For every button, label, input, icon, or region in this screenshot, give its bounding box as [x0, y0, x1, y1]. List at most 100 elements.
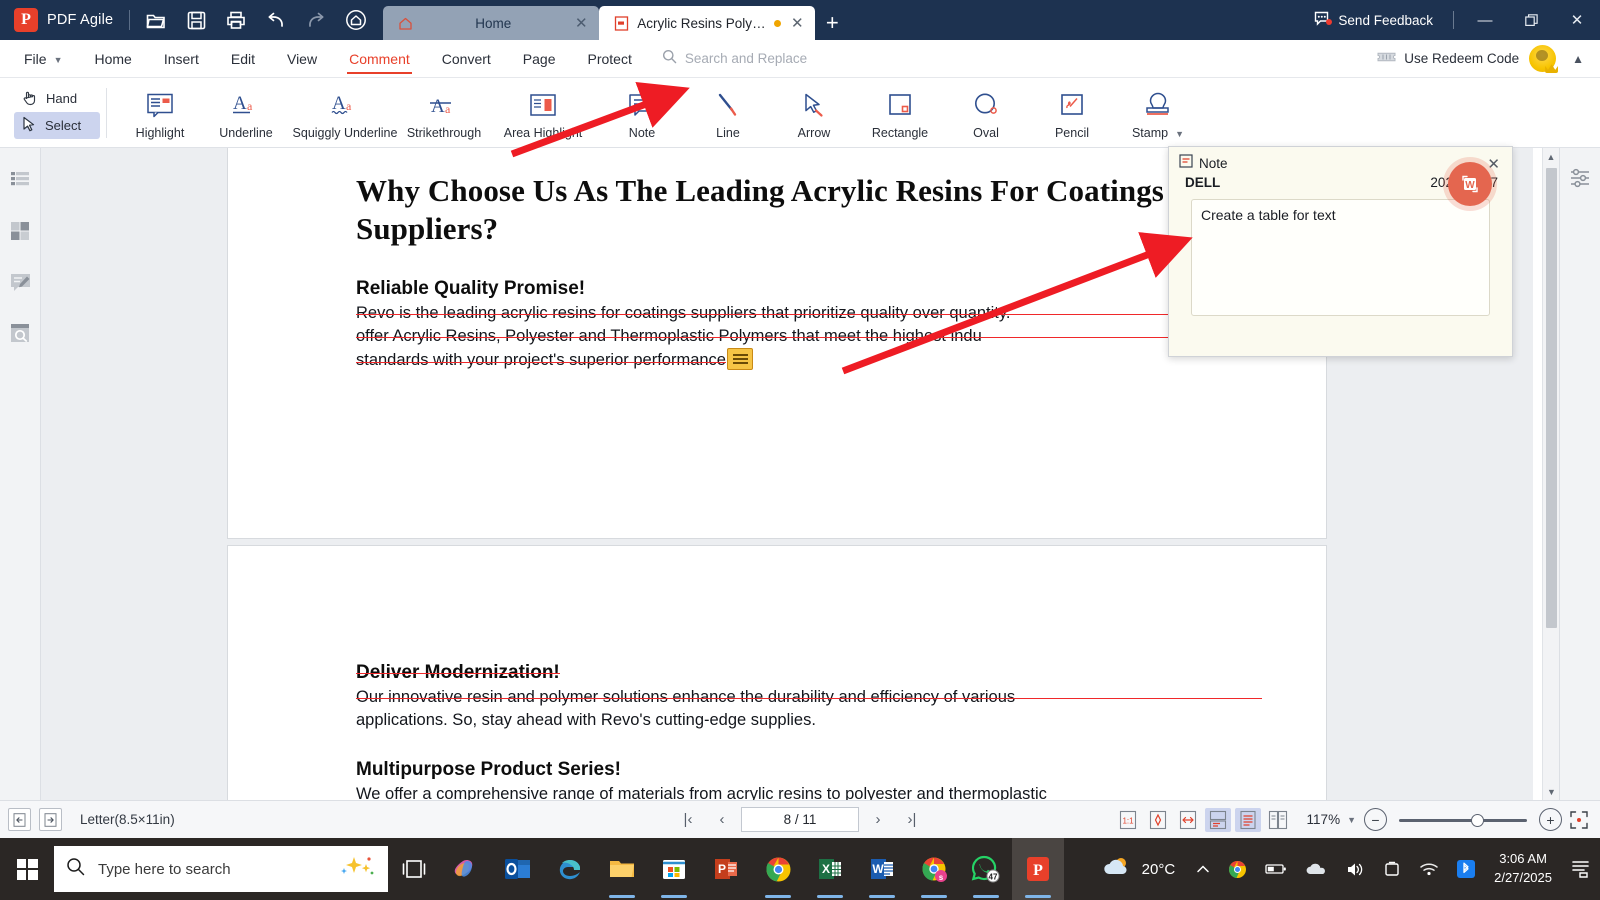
scroll-down-arrow-icon[interactable]: ▼	[1543, 783, 1560, 800]
start-button[interactable]	[0, 838, 54, 900]
show-hidden-icons-chevron[interactable]	[1187, 838, 1219, 900]
save-icon[interactable]	[183, 7, 209, 33]
hand-tool-button[interactable]: Hand	[14, 85, 100, 112]
scrollbar-thumb[interactable]	[1546, 168, 1557, 628]
next-view-button[interactable]	[39, 808, 62, 831]
taskbar-clock[interactable]: 3:06 AM 2/27/2025	[1484, 850, 1562, 888]
print-icon[interactable]	[223, 7, 249, 33]
word-icon[interactable]: W	[856, 838, 908, 900]
open-file-icon[interactable]	[143, 7, 169, 33]
scroll-up-arrow-icon[interactable]: ▲	[1543, 148, 1559, 165]
screen-record-icon[interactable]	[1374, 838, 1410, 900]
zoom-slider[interactable]	[1399, 811, 1527, 829]
tab-home[interactable]: Home ✕	[383, 6, 600, 40]
pencil-tool[interactable]: Pencil	[1029, 82, 1115, 140]
home-icon[interactable]	[343, 7, 369, 33]
excel-icon[interactable]: X	[804, 838, 856, 900]
page-grid-icon[interactable]	[6, 217, 34, 245]
highlight-tool[interactable]: Highlight	[117, 82, 203, 140]
select-tool-button[interactable]: Select	[14, 112, 100, 139]
oval-tool[interactable]: Oval	[943, 82, 1029, 140]
zoom-in-button[interactable]: +	[1539, 808, 1562, 831]
menu-item-protect[interactable]: Protect	[572, 40, 648, 78]
first-page-button[interactable]: |‹	[673, 807, 703, 833]
menu-item-view[interactable]: View	[271, 40, 333, 78]
taskbar-search-input[interactable]: Type here to search	[54, 846, 388, 892]
microsoft-store-icon[interactable]	[648, 838, 700, 900]
continuous-scroll-icon[interactable]	[1204, 807, 1231, 832]
menu-item-edit[interactable]: Edit	[215, 40, 271, 78]
minimize-button[interactable]: —	[1462, 0, 1508, 40]
fit-width-icon[interactable]	[1175, 808, 1201, 832]
powerpoint-icon[interactable]: P	[700, 838, 752, 900]
last-page-button[interactable]: ›|	[897, 807, 927, 833]
strikethrough-tool[interactable]: Aa Strikethrough	[401, 82, 487, 140]
volume-icon[interactable]	[1336, 838, 1374, 900]
actual-size-icon[interactable]: 1:1	[1115, 808, 1141, 832]
avatar[interactable]	[1529, 45, 1559, 73]
previous-view-button[interactable]	[8, 808, 31, 831]
onedrive-icon[interactable]	[1296, 838, 1336, 900]
battery-icon[interactable]	[1256, 838, 1296, 900]
tab-document[interactable]: Acrylic Resins Polyester a... ✕	[599, 6, 816, 40]
next-page-button[interactable]: ›	[863, 807, 893, 833]
titlebar-right-divider	[1453, 11, 1454, 29]
single-page-icon[interactable]	[1234, 807, 1261, 832]
thumbnails-panel-icon[interactable]	[6, 166, 34, 194]
rectangle-tool[interactable]: Rectangle	[857, 82, 943, 140]
wifi-icon[interactable]	[1410, 838, 1448, 900]
comments-panel-icon[interactable]	[6, 268, 34, 296]
new-tab-button[interactable]: +	[815, 6, 849, 40]
close-button[interactable]: ✕	[1554, 0, 1600, 40]
outlook-icon[interactable]	[492, 838, 544, 900]
use-redeem-code-button[interactable]: Use Redeem Code	[1377, 50, 1519, 67]
edge-icon[interactable]	[544, 838, 596, 900]
two-page-icon[interactable]	[1265, 808, 1291, 832]
document-scrollbar[interactable]: ▲ ▼	[1542, 148, 1559, 800]
search-panel-icon[interactable]	[6, 319, 34, 347]
whatsapp-icon[interactable]: 47	[960, 838, 1012, 900]
action-center-icon[interactable]	[1562, 838, 1600, 900]
search-and-replace-input[interactable]: Search and Replace	[662, 49, 807, 69]
menu-item-file[interactable]: File ▼	[0, 40, 78, 78]
menu-item-home[interactable]: Home	[78, 40, 147, 78]
area-highlight-tool[interactable]: Area Highlight	[487, 82, 599, 140]
stamp-tool[interactable]: Stamp ▼	[1115, 82, 1201, 140]
properties-panel-icon[interactable]	[1566, 164, 1594, 192]
zoom-level-dropdown[interactable]: 117% ▼	[1307, 812, 1356, 827]
file-explorer-icon[interactable]	[596, 838, 648, 900]
redo-icon[interactable]	[303, 7, 329, 33]
squiggly-underline-tool[interactable]: Aa Squiggly Underline	[289, 82, 401, 140]
chrome-beta-icon[interactable]: s	[908, 838, 960, 900]
pdf-agile-taskbar-icon[interactable]: P	[1012, 838, 1064, 900]
weather-widget[interactable]: 20°C	[1085, 855, 1188, 884]
pdf-to-word-button[interactable]: W	[1448, 162, 1492, 206]
zoom-slider-handle[interactable]	[1471, 813, 1484, 827]
copilot-icon[interactable]	[440, 838, 492, 900]
task-view-icon[interactable]	[388, 838, 440, 900]
chrome-tray-icon[interactable]	[1219, 838, 1256, 900]
menu-item-page[interactable]: Page	[507, 40, 572, 78]
tab-document-close-icon[interactable]: ✕	[789, 14, 805, 32]
maximize-button[interactable]	[1508, 0, 1554, 40]
page-number-input[interactable]: 8 / 11	[741, 807, 859, 832]
bluetooth-icon[interactable]	[1448, 838, 1484, 900]
note-marker-icon[interactable]	[727, 348, 753, 371]
zoom-out-button[interactable]: −	[1364, 808, 1387, 831]
undo-icon[interactable]	[263, 7, 289, 33]
line-tool[interactable]: Line	[685, 82, 771, 140]
chrome-icon[interactable]	[752, 838, 804, 900]
arrow-tool[interactable]: Arrow	[771, 82, 857, 140]
tab-home-close-icon[interactable]: ✕	[573, 14, 589, 32]
note-tool[interactable]: Note	[599, 82, 685, 140]
fullscreen-icon[interactable]	[1566, 808, 1592, 832]
previous-page-button[interactable]: ‹	[707, 807, 737, 833]
send-feedback-button[interactable]: Send Feedback	[1302, 11, 1445, 29]
collapse-ribbon-chevron-icon[interactable]: ▲	[1566, 52, 1590, 66]
menu-item-comment[interactable]: Comment	[333, 40, 426, 78]
menu-item-insert[interactable]: Insert	[148, 40, 215, 78]
note-text-area[interactable]: Create a table for text	[1191, 199, 1490, 316]
underline-tool[interactable]: Aa Underline	[203, 82, 289, 140]
fit-page-icon[interactable]	[1145, 808, 1171, 832]
menu-item-convert[interactable]: Convert	[426, 40, 507, 78]
